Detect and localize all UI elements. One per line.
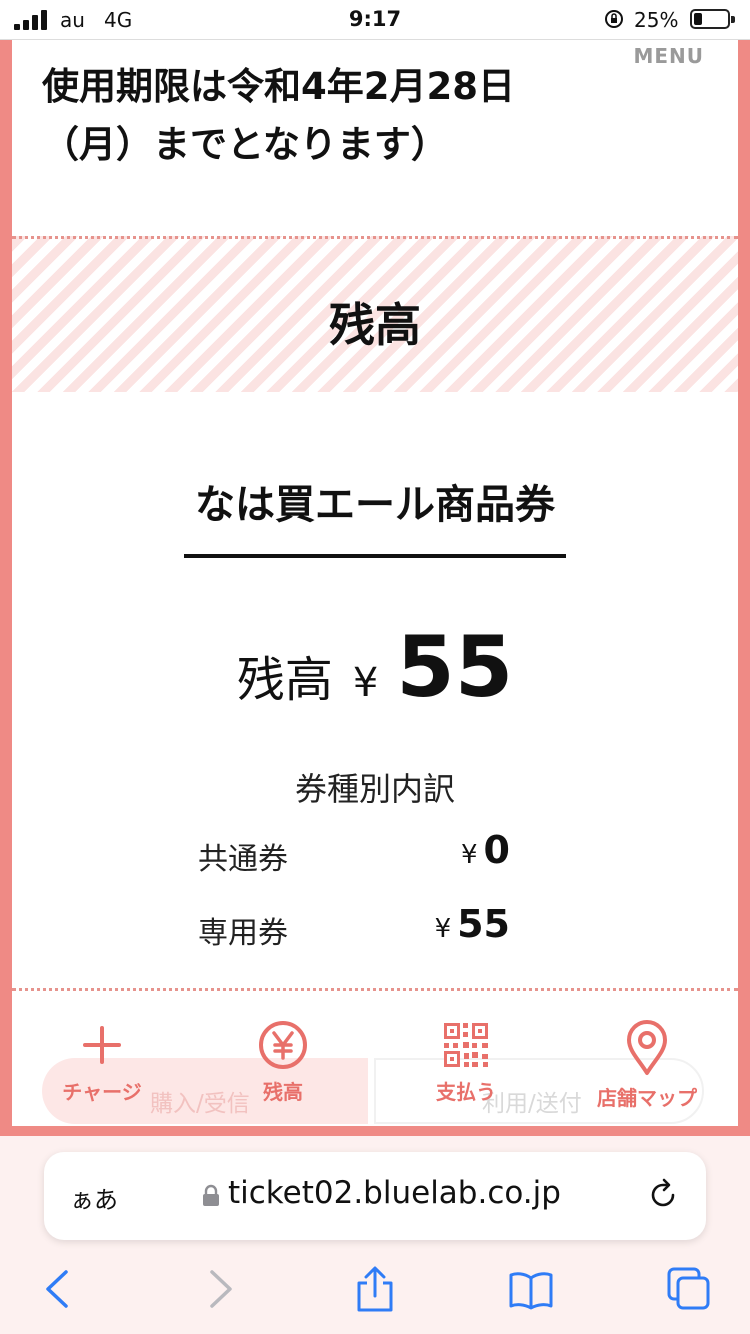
qr-code-icon: [444, 1023, 488, 1067]
breakdown-amount-dedicated: ¥55: [435, 902, 510, 946]
breakdown-value: 0: [483, 828, 510, 872]
page-content: MENU 使用期限は令和4年2月28日 （月）までとなります） 残高 なは買エー…: [12, 40, 738, 1126]
product-name: なは買エール商品券: [195, 482, 555, 528]
tab-store-map-label: 店舗マップ: [597, 1086, 697, 1110]
total-balance: 残高 ¥55: [12, 618, 738, 716]
tab-charge-label: チャージ: [62, 1080, 142, 1104]
tab-charge[interactable]: チャージ: [27, 1020, 177, 1120]
breakdown-label-common: 共通券: [198, 842, 288, 877]
total-currency: ¥: [352, 660, 379, 706]
map-pin-icon: [627, 1020, 667, 1075]
page-frame: MENU 使用期限は令和4年2月28日 （月）までとなります） 残高 なは買エー…: [0, 40, 750, 1136]
balance-section-header: 残高: [12, 236, 738, 392]
bookmarks-icon[interactable]: [508, 1266, 554, 1312]
expiry-notice-line-2: （月）までとなります）: [42, 123, 448, 166]
breakdown-amount-common: ¥0: [461, 828, 510, 872]
reload-icon[interactable]: [646, 1178, 680, 1212]
text-size-button[interactable]: ぁあ: [70, 1180, 118, 1215]
battery-percentage: 25%: [634, 8, 679, 32]
tabs-icon[interactable]: [666, 1266, 712, 1312]
status-bar: au 4G 9:17 25%: [0, 0, 750, 40]
tab-pay-label: 支払う: [436, 1080, 496, 1104]
breakdown-label-dedicated: 専用券: [198, 916, 288, 951]
breakdown-currency: ¥: [434, 914, 452, 944]
total-balance-amount: 55: [396, 618, 514, 716]
orientation-lock-icon: [605, 10, 623, 28]
total-balance-label: 残高: [236, 652, 333, 708]
menu-button[interactable]: MENU: [633, 44, 704, 68]
breakdown-value: 55: [457, 902, 510, 946]
breakdown-title: 券種別内訳: [294, 770, 455, 808]
tab-balance-label: 残高: [263, 1080, 303, 1104]
product-underline: [184, 554, 566, 558]
battery-icon: [690, 9, 735, 29]
share-icon[interactable]: [352, 1266, 398, 1312]
plus-icon: [83, 1026, 121, 1064]
back-icon[interactable]: [36, 1266, 82, 1312]
tab-store-map[interactable]: 店舗マップ: [572, 1020, 722, 1120]
address-bar[interactable]: ぁあ ticket02.bluelab.co.jp: [44, 1152, 706, 1240]
url-text[interactable]: ticket02.bluelab.co.jp: [228, 1175, 561, 1211]
yen-circle-icon: [259, 1021, 307, 1069]
tab-pay[interactable]: 支払う: [391, 1020, 541, 1120]
breakdown-currency: ¥: [461, 840, 478, 870]
tab-balance[interactable]: 残高: [208, 1020, 358, 1120]
section-title: 残高: [329, 298, 421, 352]
lock-icon: [203, 1184, 219, 1206]
forward-icon[interactable]: [196, 1266, 242, 1312]
expiry-notice-line-1: 使用期限は令和4年2月28日: [42, 65, 515, 108]
expiry-notice: 使用期限は令和4年2月28日 （月）までとなります）: [42, 58, 515, 174]
section-divider: [12, 988, 738, 991]
